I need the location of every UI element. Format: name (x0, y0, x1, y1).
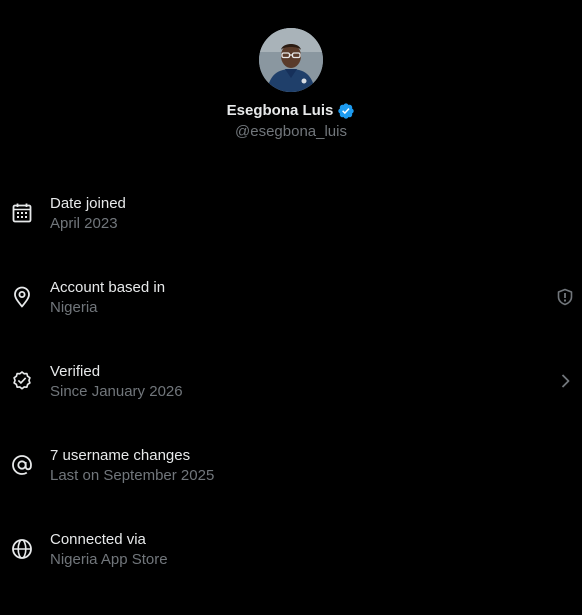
row-subtitle: Nigeria App Store (50, 551, 168, 568)
verified-check-icon (11, 370, 33, 392)
row-title: Verified (50, 363, 101, 380)
row-text: Verified Since January 2026 (50, 362, 183, 402)
row-title: Account based in (50, 279, 166, 296)
row-text: Account based in Nigeria (50, 278, 165, 318)
row-title: Connected via (50, 531, 146, 548)
at-sign-icon (11, 454, 33, 476)
row-connected-via[interactable]: Connected via Nigeria App Store (0, 507, 582, 591)
verified-badge-icon (337, 102, 355, 120)
location-pin-icon (11, 286, 33, 308)
display-name: Esegbona Luis (226, 102, 334, 119)
avatar[interactable] (259, 28, 323, 92)
shield-alert-icon[interactable] (556, 288, 574, 306)
calendar-icon (11, 202, 33, 224)
row-text: 7 username changes Last on September 202… (50, 446, 214, 486)
name-row: Esegbona Luis (227, 101, 356, 121)
row-title: Date joined (50, 195, 126, 212)
row-text: Date joined April 2023 (50, 194, 126, 234)
handle: @esegbona_luis (235, 123, 347, 140)
profile-header: Esegbona Luis @esegbona_luis (0, 28, 582, 142)
row-subtitle: Since January 2026 (50, 383, 183, 400)
row-date-joined[interactable]: Date joined April 2023 (0, 171, 582, 255)
row-text: Connected via Nigeria App Store (50, 530, 168, 570)
row-account-based-in[interactable]: Account based in Nigeria (0, 255, 582, 339)
row-username-changes[interactable]: 7 username changes Last on September 202… (0, 423, 582, 507)
avatar-photo (259, 28, 323, 92)
account-info-list: Date joined April 2023 Account based in … (0, 171, 582, 591)
row-subtitle: Last on September 2025 (50, 467, 215, 484)
row-title: 7 username changes (50, 447, 191, 464)
row-subtitle: April 2023 (50, 215, 118, 232)
globe-icon (11, 538, 33, 560)
row-verified[interactable]: Verified Since January 2026 (0, 339, 582, 423)
row-subtitle: Nigeria (50, 299, 98, 316)
chevron-right-icon[interactable] (556, 372, 574, 390)
